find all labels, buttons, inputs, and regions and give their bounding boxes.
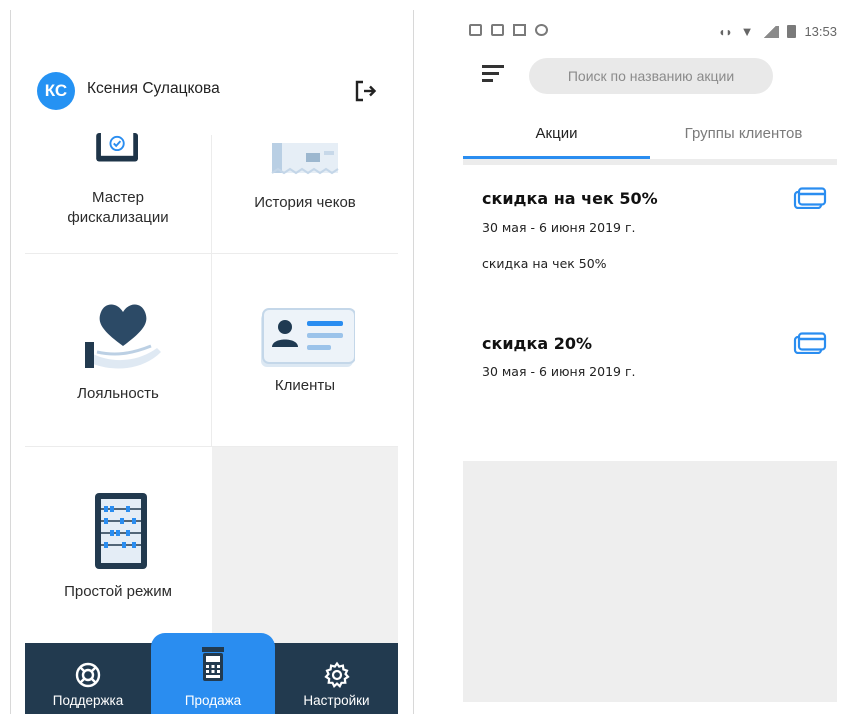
tile-simple-mode[interactable]: Простой режим (25, 447, 211, 637)
battery-icon (787, 25, 797, 38)
search-input[interactable]: Поиск по названию акции (529, 58, 773, 94)
tile-clients[interactable]: Клиенты (212, 254, 398, 446)
tile-label: Простой режим (64, 583, 172, 600)
notification-icons (469, 24, 548, 36)
tile-loyalty[interactable]: Лояльность (25, 254, 211, 446)
left-phone-screen: КС Ксения Сулацкова Мастер фискализации (10, 10, 414, 714)
promo-title: скидка 20% (482, 334, 592, 353)
tile-fiscalization-wizard[interactable]: Мастер фискализации (25, 133, 211, 253)
tile-receipt-history[interactable]: История чеков (212, 135, 398, 253)
tab-promotions[interactable]: Акции (463, 113, 650, 159)
logout-icon[interactable] (353, 78, 379, 104)
card-icon[interactable] (793, 332, 827, 354)
wifi-icon: ▼ (740, 24, 754, 39)
vibrate-icon: ◖◗ (718, 24, 733, 39)
nav-settings[interactable]: Настройки (275, 643, 398, 714)
feature-grid: Мастер фискализации История чеков Лояльн… (25, 133, 398, 647)
bottom-nav: Поддержка Продажа Настройки (25, 633, 398, 714)
user-header: КС Ксения Сулацкова (11, 10, 413, 145)
notification-icon (491, 24, 504, 36)
notification-icon (513, 24, 526, 36)
tile-label: Клиенты (274, 377, 336, 394)
empty-list-area (463, 461, 837, 702)
empty-tile (212, 447, 398, 647)
avatar[interactable]: КС (37, 72, 75, 110)
notification-icon (469, 24, 482, 36)
nav-label: Поддержка (52, 693, 124, 708)
abacus-icon (95, 493, 147, 569)
menu-icon[interactable] (482, 65, 504, 83)
nav-label: Продажа (184, 693, 242, 708)
tile-label: Мастер (92, 189, 144, 206)
fiscal-device-icon (96, 133, 138, 162)
nav-support[interactable]: Поддержка (25, 643, 151, 714)
signal-icon (761, 25, 780, 38)
status-bar: ◖◗ ▼ 13:53 (463, 22, 837, 44)
right-phone-screen: ◖◗ ▼ 13:53 Поиск по названию акции Акции… (463, 10, 837, 702)
receipts-icon (271, 143, 339, 175)
id-card-icon (261, 308, 355, 367)
nav-sale[interactable]: Продажа (151, 633, 275, 714)
heart-hand-icon (85, 304, 161, 369)
promo-dates: 30 мая - 6 июня 2019 г. (482, 220, 636, 235)
tile-label: фискализации (67, 209, 169, 226)
promotions-list: скидка на чек 50% 30 мая - 6 июня 2019 г… (463, 165, 837, 461)
tile-label: История чеков (254, 194, 356, 211)
promo-description: скидка на чек 50% (482, 256, 607, 271)
tab-bar: Акции Группы клиентов (463, 113, 837, 159)
status-indicators: ◖◗ ▼ 13:53 (718, 24, 837, 39)
notification-icon (535, 24, 548, 36)
promo-dates: 30 мая - 6 июня 2019 г. (482, 364, 636, 379)
lifebuoy-icon (75, 662, 101, 688)
register-icon (202, 647, 224, 681)
tile-label: Лояльность (77, 385, 159, 402)
tab-client-groups[interactable]: Группы клиентов (650, 113, 837, 159)
nav-label: Настройки (303, 693, 370, 708)
list-item[interactable]: скидка на чек 50% 30 мая - 6 июня 2019 г… (463, 165, 837, 305)
card-icon[interactable] (793, 187, 827, 209)
status-time: 13:53 (804, 24, 837, 39)
promo-title: скидка на чек 50% (482, 189, 658, 208)
user-name: Ксения Сулацкова (87, 80, 220, 97)
list-item[interactable]: скидка 20% 30 мая - 6 июня 2019 г. (463, 305, 837, 461)
gear-icon (323, 661, 350, 689)
